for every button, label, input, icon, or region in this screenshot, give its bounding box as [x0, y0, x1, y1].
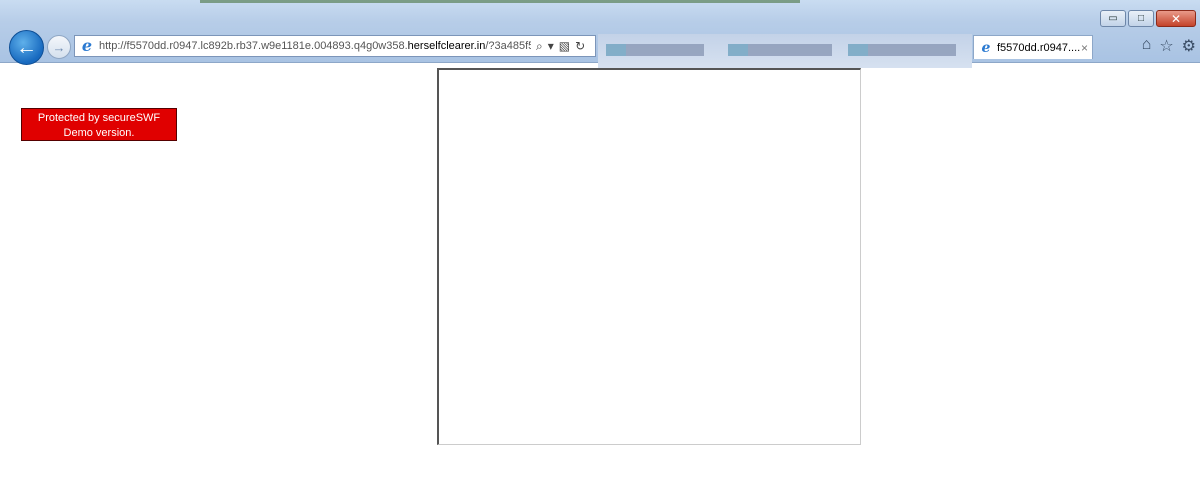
pixel-block	[748, 44, 832, 56]
tab-title: f5570dd.r0947....	[997, 41, 1081, 54]
url-text[interactable]: http://f5570dd.r0947.lc892b.rb37.w9e1181…	[99, 40, 531, 52]
url-prefix: http://f5570dd.r0947.lc892b.rb37.w9e1181…	[99, 40, 408, 52]
pixel-block	[606, 44, 626, 56]
flash-object-frame[interactable]	[437, 68, 861, 445]
minimize-button[interactable]: ▭	[1100, 10, 1126, 27]
close-window-button[interactable]: ✕	[1156, 10, 1196, 27]
tab-close-icon[interactable]: ×	[1081, 41, 1088, 55]
forward-button[interactable]: →	[47, 35, 71, 59]
badge-line2: Demo version.	[63, 127, 135, 139]
pixel-block	[728, 44, 748, 56]
url-domain: herselfclearer.in	[407, 40, 486, 52]
pixel-block	[848, 44, 868, 56]
ie-logo-icon: e	[981, 39, 991, 56]
url-suffix: /?3a485f5‹	[485, 40, 531, 52]
tools-gear-icon[interactable]: ⚙	[1182, 36, 1196, 56]
arrow-right-icon: →	[52, 39, 66, 55]
refresh-icon[interactable]: ↻	[575, 39, 585, 53]
badge-line1: Protected by secureSWF	[37, 112, 161, 124]
pixel-block	[868, 44, 956, 56]
address-bar[interactable]: e http://f5570dd.r0947.lc892b.rb37.w9e11…	[74, 35, 596, 57]
tab-active[interactable]: e f5570dd.r0947.... ×	[973, 35, 1093, 59]
pixelated-tabs	[598, 34, 972, 68]
window-controls: ▭ □ ✕	[1100, 10, 1196, 27]
search-icon[interactable]: ⌕	[536, 39, 543, 54]
pixel-block	[626, 44, 704, 56]
toolbar-icons: ⌂ ☆ ⚙	[1142, 36, 1196, 56]
arrow-left-icon: ←	[16, 35, 37, 59]
ie-logo-icon: e	[81, 36, 93, 55]
taskbar-strip	[200, 0, 800, 3]
securesWF-protected-badge: Protected by secureSWF Demo version.	[21, 108, 177, 141]
compat-view-icon[interactable]: ▧	[559, 39, 570, 53]
favorites-star-icon[interactable]: ☆	[1159, 36, 1173, 56]
maximize-button[interactable]: □	[1128, 10, 1154, 27]
back-button[interactable]: ←	[9, 30, 44, 65]
dropdown-icon[interactable]: ▾	[548, 39, 554, 53]
home-icon[interactable]: ⌂	[1142, 36, 1152, 56]
